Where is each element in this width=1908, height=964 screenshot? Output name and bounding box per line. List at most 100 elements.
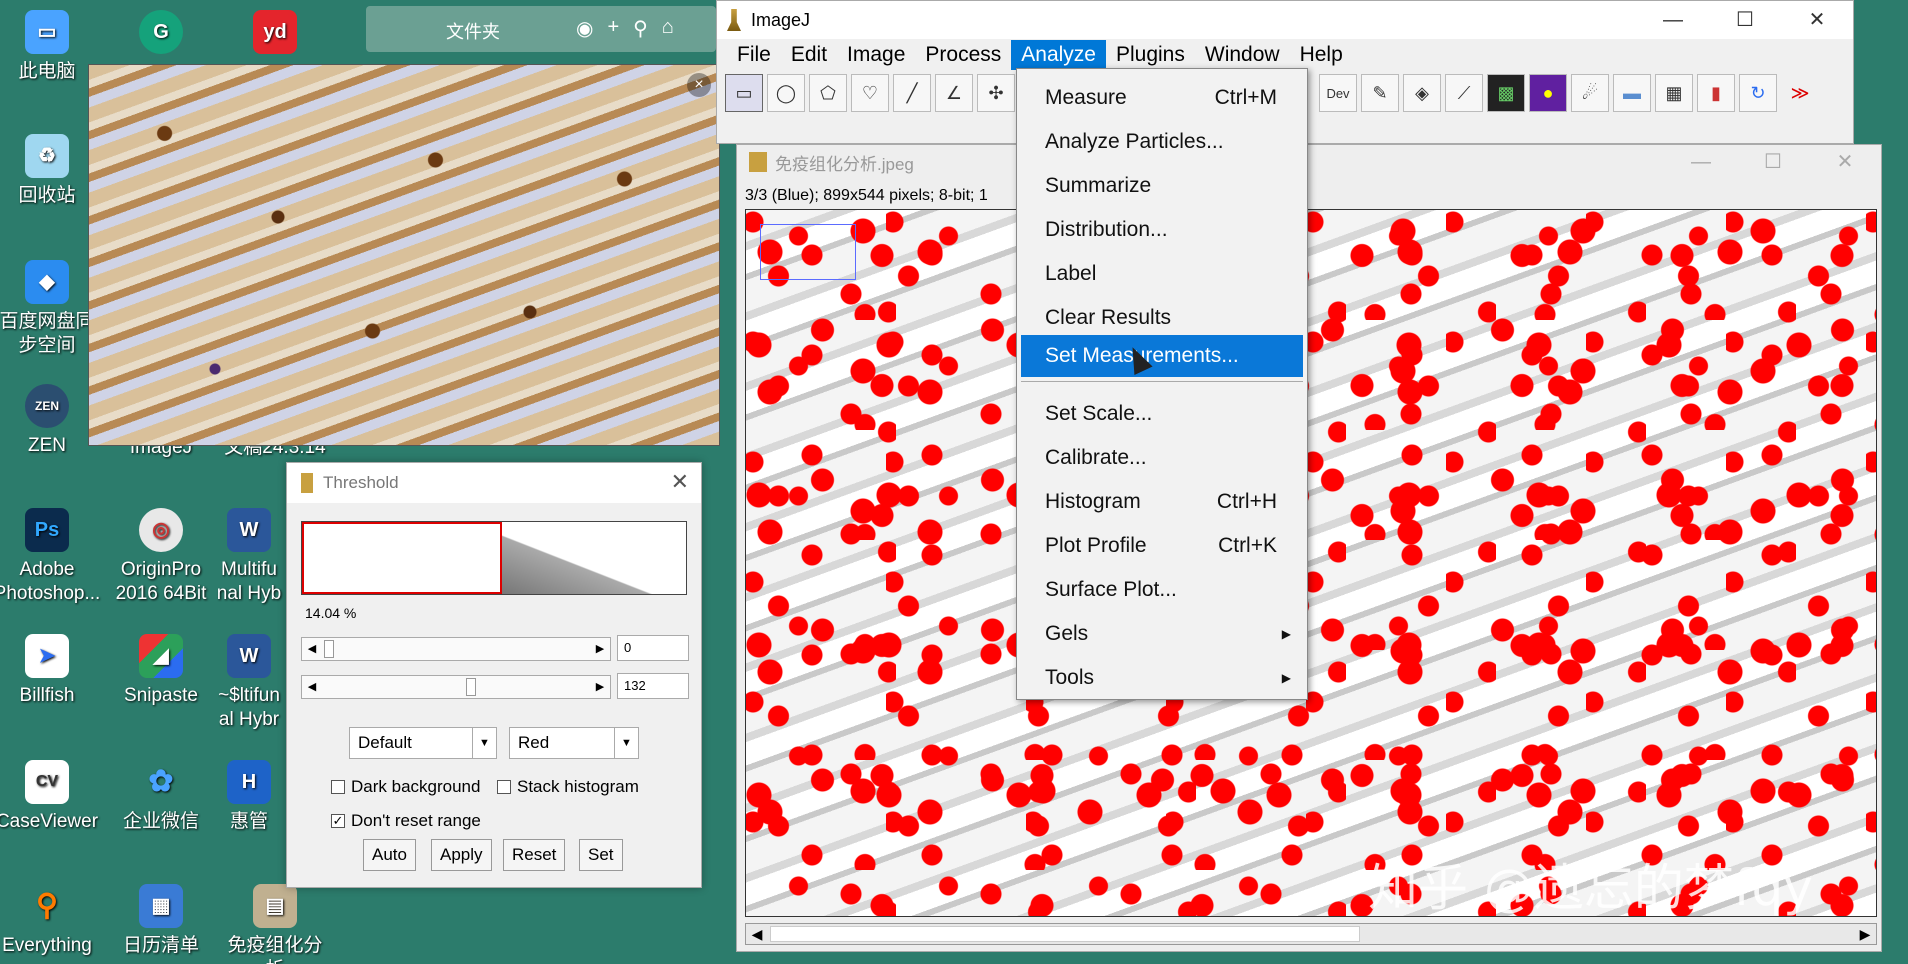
threshold-titlebar[interactable]: Threshold xyxy=(287,463,701,503)
desktop-icon-grammarly[interactable]: G xyxy=(106,10,216,60)
fill-tool-icon[interactable]: ◈ xyxy=(1403,74,1441,112)
slider-knob[interactable] xyxy=(324,640,334,658)
histogram-tool-icon[interactable]: ▮ xyxy=(1697,74,1735,112)
home-icon[interactable]: ⌂ xyxy=(662,16,674,41)
min-threshold-slider[interactable]: ◀ ▶ xyxy=(301,637,611,661)
angle-tool-icon[interactable]: ∠ xyxy=(935,74,973,112)
menu-help[interactable]: Help xyxy=(1290,40,1353,70)
checkbox-box[interactable] xyxy=(497,780,511,794)
auto-button[interactable]: Auto xyxy=(363,839,416,871)
dark-background-checkbox[interactable]: Dark background xyxy=(331,777,480,797)
menu-item-surface-plot[interactable]: Surface Plot... xyxy=(1021,569,1303,611)
apply-button[interactable]: Apply xyxy=(431,839,492,871)
menu-item-analyze-particles[interactable]: Analyze Particles... xyxy=(1021,121,1303,163)
min-threshold-field[interactable]: 0 xyxy=(617,635,689,661)
menu-plugins[interactable]: Plugins xyxy=(1106,40,1195,70)
scroll-left-icon[interactable]: ◀ xyxy=(746,924,768,944)
slider-left-arrow-icon[interactable]: ◀ xyxy=(302,638,322,660)
desktop-icon-ihc-analysis[interactable]: ▤ 免疫组化分析 xyxy=(220,884,330,964)
folder-tool-icon[interactable]: ▬ xyxy=(1613,74,1651,112)
menu-item-measure[interactable]: Measure Ctrl+M xyxy=(1021,77,1303,119)
close-icon[interactable]: ✕ xyxy=(1781,1,1853,39)
table-tool-icon[interactable]: ▦ xyxy=(1655,74,1693,112)
menu-item-gels[interactable]: Gels ▶ xyxy=(1021,613,1303,655)
set-button[interactable]: Set xyxy=(579,839,623,871)
polygon-tool-icon[interactable]: ⬠ xyxy=(809,74,847,112)
desktop-icon-snipaste[interactable]: ◢ Snipaste xyxy=(106,634,216,708)
menu-item-clear-results[interactable]: Clear Results xyxy=(1021,297,1303,339)
desktop-icon-everything[interactable]: ⚲ Everything xyxy=(0,884,102,958)
line-tool-icon[interactable]: ╱ xyxy=(893,74,931,112)
horizontal-scrollbar[interactable]: ◀ ▶ xyxy=(745,923,1877,945)
thresholded-image-canvas[interactable] xyxy=(745,209,1877,917)
close-icon[interactable]: ✕ xyxy=(671,469,689,495)
checkbox-box[interactable] xyxy=(331,780,345,794)
maximize-icon[interactable]: ☐ xyxy=(1737,143,1809,181)
menu-process[interactable]: Process xyxy=(915,40,1011,70)
freehand-tool-icon[interactable]: ♡ xyxy=(851,74,889,112)
menu-edit[interactable]: Edit xyxy=(781,40,837,70)
menu-item-tools[interactable]: Tools ▶ xyxy=(1021,657,1303,699)
slider-left-arrow-icon[interactable]: ◀ xyxy=(302,676,322,698)
desktop-icon-billfish[interactable]: ➤ Billfish xyxy=(0,634,102,708)
maximize-icon[interactable]: ☐ xyxy=(1709,1,1781,39)
desktop-icon-baidu-sync[interactable]: ◆ 百度网盘同步空间 xyxy=(0,260,102,358)
menu-file[interactable]: File xyxy=(727,40,781,70)
menu-analyze[interactable]: Analyze xyxy=(1011,40,1106,70)
refresh-tool-icon[interactable]: ↻ xyxy=(1739,74,1777,112)
desktop-icon-word-temp[interactable]: W ~$ltifun al Hybr xyxy=(214,634,284,732)
roi-selection[interactable] xyxy=(760,224,856,280)
menu-item-histogram[interactable]: Histogram Ctrl+H xyxy=(1021,481,1303,523)
close-icon[interactable]: × xyxy=(687,73,711,97)
desktop-icon-huiguan[interactable]: H 惠管 xyxy=(214,760,284,834)
lut-tool-icon[interactable]: ▩ xyxy=(1487,74,1525,112)
max-threshold-field[interactable]: 132 xyxy=(617,673,689,699)
add-icon[interactable]: + xyxy=(607,16,619,41)
desktop-icon-caseviewer[interactable]: CV CaseViewer xyxy=(0,760,102,834)
reset-button[interactable]: Reset xyxy=(503,839,566,871)
minimize-icon[interactable]: — xyxy=(1665,143,1737,181)
desktop-icon-this-pc[interactable]: ▭ 此电脑 xyxy=(0,10,102,84)
folder-panel[interactable]: 文件夹 ◉ + ⚲ ⌂ xyxy=(366,6,716,52)
rectangle-tool-icon[interactable]: ▭ xyxy=(725,74,763,112)
user-icon[interactable]: ◉ xyxy=(576,16,593,41)
spray-tool-icon[interactable]: ☄ xyxy=(1571,74,1609,112)
menu-window[interactable]: Window xyxy=(1195,40,1290,70)
menu-image[interactable]: Image xyxy=(837,40,915,70)
menu-item-label[interactable]: Label xyxy=(1021,253,1303,295)
close-icon[interactable]: ✕ xyxy=(1809,143,1881,181)
search-icon[interactable]: ⚲ xyxy=(633,16,648,41)
menu-item-set-scale[interactable]: Set Scale... xyxy=(1021,393,1303,435)
desktop-icon-originpro[interactable]: ◎ OriginPro 2016 64Bit xyxy=(106,508,216,606)
brush-tool-icon[interactable]: ✎ xyxy=(1361,74,1399,112)
scroll-right-icon[interactable]: ▶ xyxy=(1854,924,1876,944)
desktop-icon-wecom[interactable]: ✿ 企业微信 xyxy=(106,760,216,834)
desktop-icon-youdao[interactable]: yd xyxy=(220,10,330,60)
desktop-icon-recycle-bin[interactable]: ♻ 回收站 xyxy=(0,134,102,208)
slider-right-arrow-icon[interactable]: ▶ xyxy=(590,676,610,698)
menu-item-summarize[interactable]: Summarize xyxy=(1021,165,1303,207)
minimize-icon[interactable]: — xyxy=(1637,1,1709,39)
menu-item-calibrate[interactable]: Calibrate... xyxy=(1021,437,1303,479)
point-tool-icon[interactable]: ✣ xyxy=(977,74,1015,112)
desktop-icon-photoshop[interactable]: Ps Adobe Photoshop... xyxy=(0,508,102,606)
scrollbar-thumb[interactable] xyxy=(770,926,1360,942)
desktop-icon-calendar[interactable]: ▦ 日历清单 xyxy=(106,884,216,958)
desktop-icon-zen[interactable]: ZEN ZEN xyxy=(0,384,102,458)
max-threshold-slider[interactable]: ◀ ▶ xyxy=(301,675,611,699)
dont-reset-range-checkbox[interactable]: ✓ Don't reset range xyxy=(331,811,481,831)
menu-item-distribution[interactable]: Distribution... xyxy=(1021,209,1303,251)
threshold-method-select[interactable]: Default ▼ xyxy=(349,727,497,759)
dropper-tool-icon[interactable]: ⟋ xyxy=(1445,74,1483,112)
menu-item-set-measurements[interactable]: Set Measurements... xyxy=(1021,335,1303,377)
checkmark-icon[interactable]: ✓ xyxy=(331,814,345,828)
slider-knob[interactable] xyxy=(466,678,476,696)
color-tool-icon[interactable]: ● xyxy=(1529,74,1567,112)
stack-histogram-checkbox[interactable]: Stack histogram xyxy=(497,777,639,797)
desktop-icon-multifunctional[interactable]: W Multifu nal Hyb xyxy=(214,508,284,606)
more-tools-icon[interactable]: ≫ xyxy=(1781,74,1819,112)
dev-tool-icon[interactable]: Dev xyxy=(1319,74,1357,112)
slider-right-arrow-icon[interactable]: ▶ xyxy=(590,638,610,660)
threshold-display-select[interactable]: Red ▼ xyxy=(509,727,639,759)
oval-tool-icon[interactable]: ◯ xyxy=(767,74,805,112)
